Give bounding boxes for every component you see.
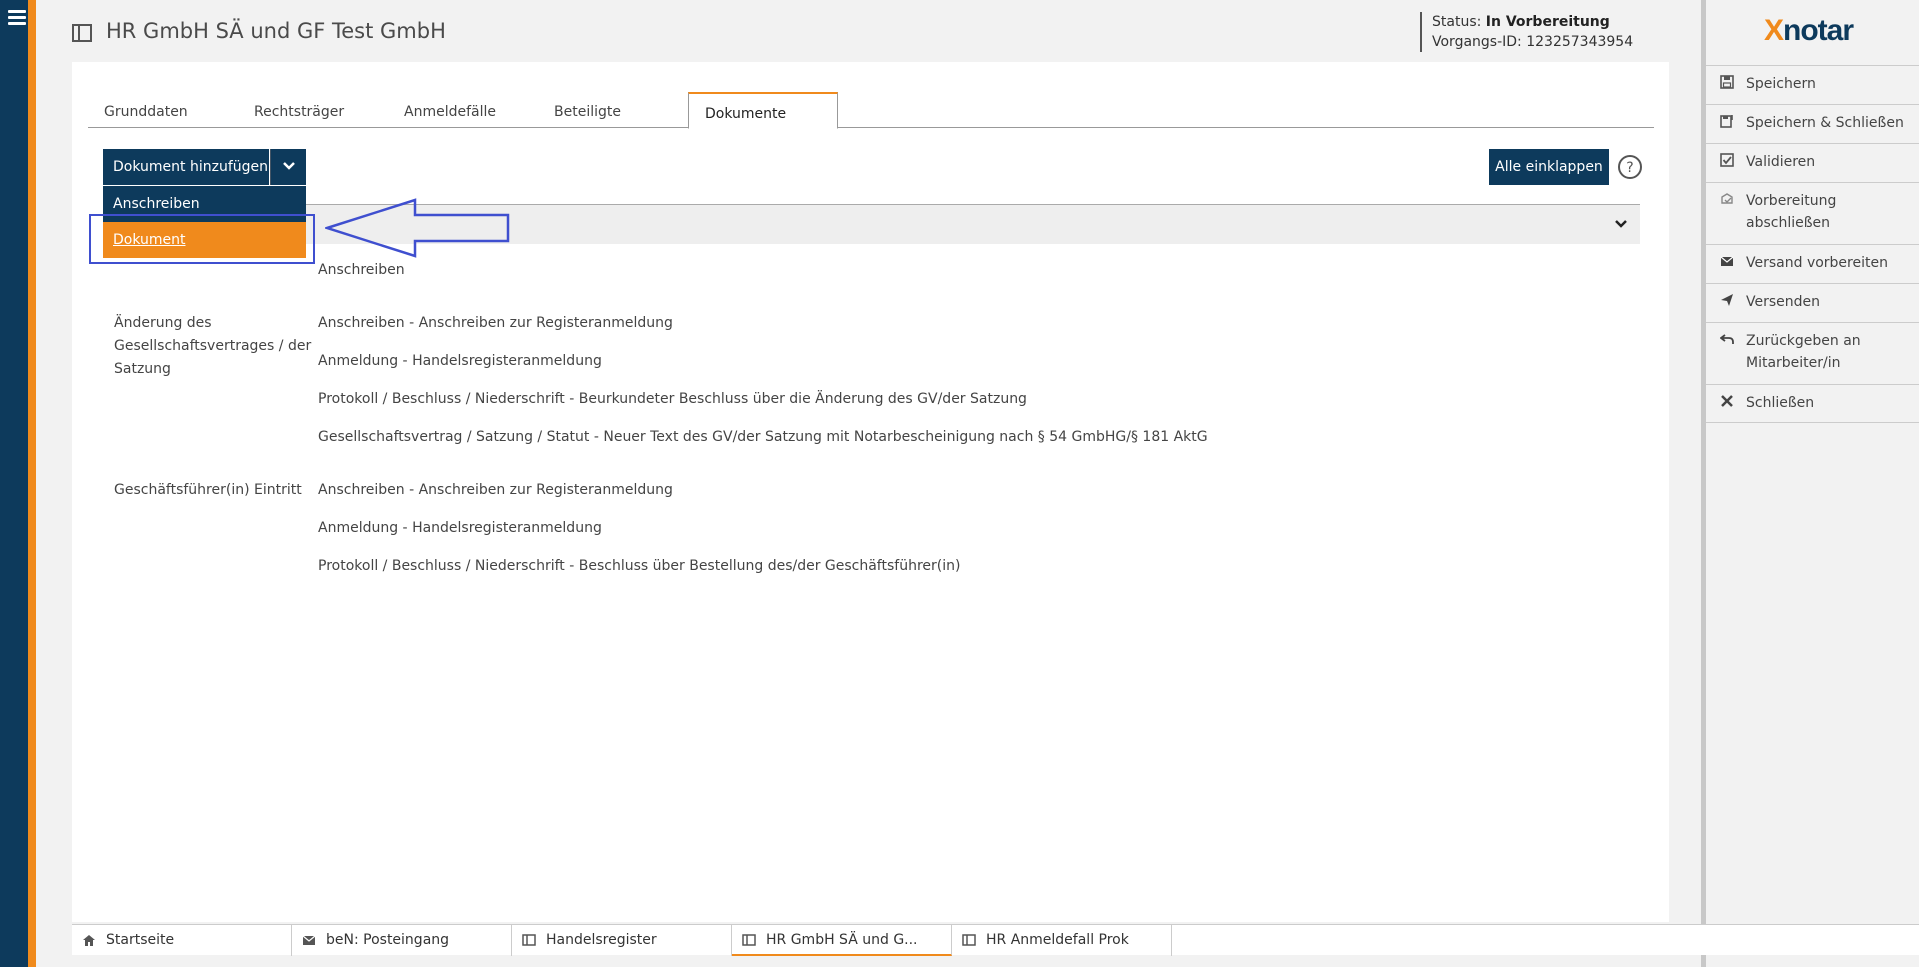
collapse-all-button[interactable]: Alle einklappen — [1489, 149, 1609, 185]
status-value: In Vorbereitung — [1485, 14, 1610, 30]
close-icon — [1721, 395, 1733, 407]
envelope-icon — [302, 935, 316, 945]
tab-dokumente[interactable]: Dokumente — [688, 92, 838, 129]
tab-bar: Grunddaten Rechtsträger Anmeldefälle Bet… — [88, 92, 1654, 129]
save-icon — [1720, 75, 1734, 89]
hamburger-menu-icon[interactable] — [8, 10, 26, 28]
accent-stripe — [28, 0, 36, 967]
send-icon — [1721, 294, 1733, 306]
group-label: Geschäftsführer(in) Eintritt — [114, 482, 302, 498]
document-item[interactable]: Anmeldung - Handelsregisteranmeldung — [318, 520, 602, 536]
tab-beteiligte[interactable]: Beteiligte — [538, 92, 688, 128]
bottom-tab-hr-anmeldefall[interactable]: HR Anmeldefall Prok — [952, 925, 1172, 956]
tab-grunddaten[interactable]: Grunddaten — [88, 92, 238, 128]
header: HR GmbH SÄ und GF Test GmbH Status: In V… — [36, 0, 1701, 62]
status-box: Status: In Vorbereitung Vorgangs-ID: 123… — [1420, 12, 1633, 52]
book-icon — [962, 934, 976, 946]
send-button[interactable]: Versenden — [1706, 283, 1919, 322]
bottom-tab-startseite[interactable]: Startseite — [72, 925, 292, 956]
add-document-button[interactable]: Dokument hinzufügen — [103, 149, 269, 185]
vorgang-id: 123257343954 — [1526, 34, 1634, 50]
prepare-dispatch-button[interactable]: Versand vorbereiten — [1706, 244, 1919, 283]
document-item[interactable]: Protokoll / Beschluss / Niederschrift - … — [318, 558, 960, 574]
action-sidebar: Xnotar Speichern Speichern & Schließen V… — [1701, 0, 1919, 967]
help-icon[interactable]: ? — [1617, 154, 1643, 180]
home-icon — [83, 935, 95, 946]
xnotar-logo: Xnotar — [1764, 14, 1854, 47]
document-item[interactable]: Protokoll / Beschluss / Niederschrift - … — [318, 391, 1027, 407]
document-item[interactable]: Anschreiben — [318, 262, 405, 278]
document-item[interactable]: Anschreiben - Anschreiben zur Registeran… — [318, 482, 673, 498]
bottom-tab-handelsregister[interactable]: Handelsregister — [512, 925, 732, 956]
bottom-tab-bar: Startseite beN: Posteingang Handelsregis… — [72, 924, 1919, 956]
finish-prep-icon — [1721, 193, 1733, 204]
book-icon — [72, 24, 92, 42]
group-label: Änderung des Gesellschaftsvertrages / de… — [114, 315, 312, 377]
checkbox-icon — [1720, 153, 1734, 167]
document-item[interactable]: Anmeldung - Handelsregisteranmeldung — [318, 353, 602, 369]
vorgang-label: Vorgangs-ID: — [1432, 34, 1522, 50]
tab-anmeldefaelle[interactable]: Anmeldefälle — [388, 92, 538, 128]
svg-text:?: ? — [1626, 160, 1633, 176]
bottom-tab-hr-gmbh[interactable]: HR GmbH SÄ und G... — [732, 925, 952, 956]
left-nav-bar — [0, 0, 36, 967]
section-header-bar[interactable] — [103, 204, 1640, 244]
return-to-employee-button[interactable]: Zurückgeben an Mitarbeiter/in — [1706, 322, 1919, 384]
save-close-icon — [1720, 115, 1733, 128]
book-icon — [522, 934, 536, 946]
chevron-down-icon[interactable] — [1614, 219, 1628, 229]
add-document-dropdown-toggle[interactable] — [270, 149, 306, 185]
status-label: Status: — [1432, 14, 1482, 30]
finish-preparation-button[interactable]: Vorbereitung abschließen — [1706, 182, 1919, 244]
dropdown-item-dokument[interactable]: Dokument — [103, 222, 306, 258]
validate-button[interactable]: Validieren — [1706, 143, 1919, 182]
save-button[interactable]: Speichern — [1706, 65, 1919, 104]
bottom-tab-posteingang[interactable]: beN: Posteingang — [292, 925, 512, 956]
book-icon — [742, 934, 756, 946]
save-and-close-button[interactable]: Speichern & Schließen — [1706, 104, 1919, 143]
tab-rechtstraeger[interactable]: Rechtsträger — [238, 92, 388, 128]
dropdown-item-anschreiben[interactable]: Anschreiben — [103, 186, 306, 222]
return-icon — [1720, 334, 1734, 344]
envelope-icon — [1720, 256, 1734, 266]
page-title: HR GmbH SÄ und GF Test GmbH — [106, 19, 446, 43]
document-item[interactable]: Anschreiben - Anschreiben zur Registeran… — [318, 315, 673, 331]
close-button[interactable]: Schließen — [1706, 384, 1919, 423]
document-item[interactable]: Gesellschaftsvertrag / Satzung / Statut … — [318, 429, 1208, 445]
add-document-dropdown-menu: Anschreiben Dokument — [103, 186, 306, 258]
chevron-down-icon — [283, 162, 295, 170]
main-content: Grunddaten Rechtsträger Anmeldefälle Bet… — [72, 62, 1669, 922]
